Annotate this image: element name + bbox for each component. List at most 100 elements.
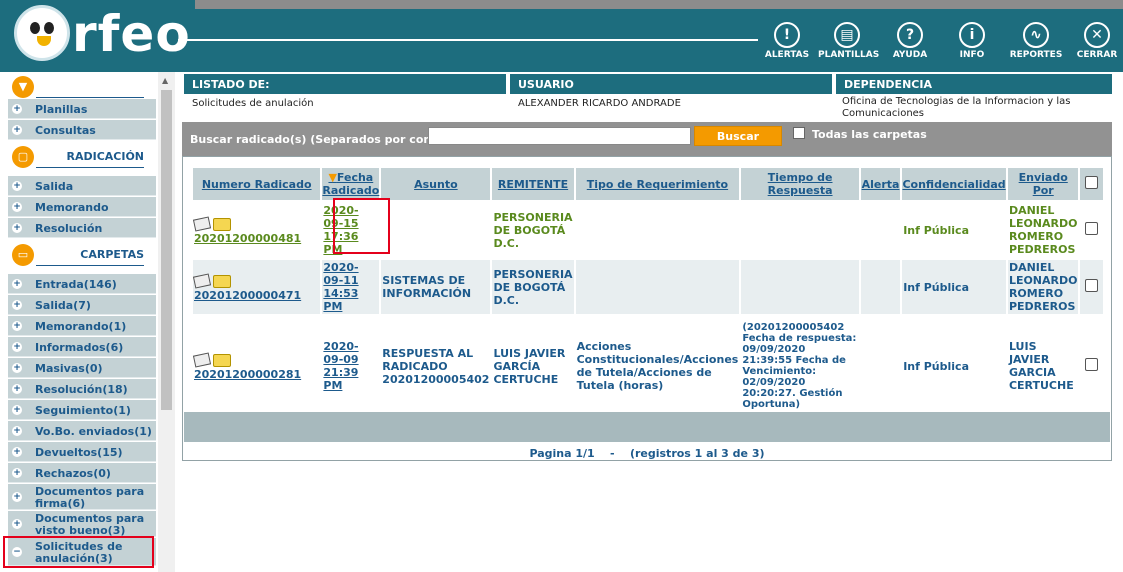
header-divider-line [178,39,758,41]
help-button[interactable]: ? AYUDA [881,22,939,64]
alerts-button[interactable]: ! ALERTAS [758,22,816,64]
pagination: Pagina 1/1 - (registros 1 al 3 de 3) [529,447,765,460]
confidencialidad-cell: Inf Pública [902,202,1006,258]
radicado-link[interactable]: 20201200000471 [194,289,301,302]
plus-icon: + [12,384,22,394]
search-input[interactable] [428,127,691,145]
fecha-link[interactable]: 2020-09-11 14:53 PM [322,260,380,314]
listado-value: Solicitudes de anulación [192,98,314,109]
search-bar: Buscar radicado(s) (Separados por coma) … [182,122,1112,156]
plus-icon: + [12,279,22,289]
sidebar-folder-salida[interactable]: + Salida(7) [8,295,156,315]
sidebar-folder-devueltos[interactable]: + Devueltos(15) [8,442,156,462]
alert-icon: ! [774,22,800,48]
col-enviado-por[interactable]: Enviado Por [1007,168,1079,200]
sidebar-folder-seguimiento[interactable]: + Seguimiento(1) [8,400,156,420]
sidebar-section-carpetas[interactable]: ▭ CARPETAS [8,242,156,268]
confidencialidad-cell: Inf Pública [902,316,1006,416]
sidebar-folder-memorando[interactable]: + Memorando(1) [8,316,156,336]
sidebar-folder-vobo-enviados[interactable]: + Vo.Bo. enviados(1) [8,421,156,441]
sidebar-scrollbar[interactable]: ▲ [158,72,175,572]
col-remitente[interactable]: REMITENTE [492,168,574,200]
plus-icon: + [12,104,22,114]
usuario-header: USUARIO [510,74,832,94]
plus-icon: + [12,519,22,529]
col-asunto[interactable]: Asunto [381,168,491,200]
remitente-cell: PERSONERIA DE BOGOTÁ D.C. [492,260,574,314]
info-button[interactable]: i INFO [943,22,1001,64]
col-tipo-requerimiento[interactable]: Tipo de Requerimiento [575,168,740,200]
close-button[interactable]: ✕ CERRAR [1068,22,1123,64]
app-logo-text: rfeo [72,5,191,63]
edit-folder-icon[interactable] [192,215,232,232]
plus-icon: + [12,181,22,191]
sidebar-item-salida[interactable]: + Salida [8,176,156,196]
radicado-link[interactable]: 20201200000281 [194,368,301,381]
app-header: rfeo ! ALERTAS ▤ PLANTILLAS ? AYUDA i IN… [0,0,1123,72]
enviado-cell: DANIEL LEONARDO ROMERO PEDREROS [1007,202,1079,258]
sidebar-item-consultas[interactable]: + Consultas [8,120,156,140]
asunto-cell: SISTEMAS DE INFORMACIÓN [381,260,491,314]
alerta-cell [860,202,901,258]
edit-folder-icon[interactable] [192,351,232,368]
enviado-cell: LUIS JAVIER GARCIA CERTUCHE [1007,316,1079,416]
close-icon: ✕ [1084,22,1110,48]
sidebar-folder-documentos-visto-bueno[interactable]: + Documentos para visto bueno(3) [8,511,156,537]
sidebar-folder-informados[interactable]: + Informados(6) [8,337,156,357]
search-button[interactable]: Buscar [694,126,782,146]
dependencia-value: Oficina de Tecnologias de la Informacion… [842,96,1071,119]
records-indicator: (registros 1 al 3 de 3) [629,447,765,460]
sidebar-folder-entrada[interactable]: + Entrada(146) [8,274,156,294]
all-folders-label: Todas las carpetas [812,128,927,141]
tiempo-cell: (20201200005402 Fecha de respuesta: 09/0… [741,316,859,416]
sidebar-folder-masivas[interactable]: + Masivas(0) [8,358,156,378]
search-label: Buscar radicado(s) (Separados por coma) [190,133,448,146]
plus-icon: + [12,223,22,233]
templates-button[interactable]: ▤ PLANTILLAS [818,22,879,64]
sidebar-folder-documentos-firma[interactable]: + Documentos para firma(6) [8,484,156,510]
row-checkbox[interactable] [1085,222,1099,235]
col-confidencialidad[interactable]: Confidencialidad [902,168,1006,200]
reports-button[interactable]: ∿ REPORTES [1007,22,1065,64]
penguin-logo-icon [14,5,70,61]
table-footer-bar [184,412,1110,442]
table-row: 20201200000481 2020-09-15 17:36 PM PERSO… [192,202,1103,258]
plus-icon: + [12,405,22,415]
sidebar-item-planillas[interactable]: + Planillas [8,99,156,119]
col-alerta[interactable]: Alerta [860,168,901,200]
radicado-link[interactable]: 20201200000481 [194,232,301,245]
select-all-checkbox[interactable] [1085,176,1099,189]
col-tiempo-respuesta[interactable]: Tiempo de Respuesta [741,168,859,200]
plus-icon: + [12,426,22,436]
table-row: 20201200000471 2020-09-11 14:53 PM SISTE… [192,260,1103,314]
edit-folder-icon[interactable] [192,272,232,289]
tipo-cell: Acciones Constitucionales/Acciones de Tu… [575,316,740,416]
usuario-value: ALEXANDER RICARDO ANDRADE [518,98,681,109]
tipo-cell [575,202,740,258]
folder-icon: ▭ [12,244,34,266]
plus-icon: + [12,447,22,457]
row-checkbox[interactable] [1085,279,1099,292]
plus-icon: + [12,321,22,331]
remitente-cell: PERSONERIA DE BOGOTÁ D.C. [492,202,574,258]
chevron-down-icon: ▼ [12,76,34,98]
sidebar-section-radicacion[interactable]: ▢ RADICACIÓN [8,144,156,170]
sidebar-folder-resolucion[interactable]: + Resolución(18) [8,379,156,399]
plus-icon: + [12,492,22,502]
header-top-strip [195,0,1123,9]
sidebar-item-memorando[interactable]: + Memorando [8,197,156,217]
col-select-all[interactable] [1080,168,1103,200]
scroll-up-icon[interactable]: ▲ [162,76,168,85]
sidebar-item-resolucion[interactable]: + Resolución [8,218,156,238]
results-panel: Numero Radicado ▼Fecha Radicado Asunto R… [182,156,1112,461]
fecha-link[interactable]: 2020-09-09 21:39 PM [322,316,380,416]
scrollbar-thumb[interactable] [161,90,172,410]
sidebar-top-header[interactable]: ▼ [8,74,156,100]
col-fecha-radicado[interactable]: ▼Fecha Radicado [322,168,379,200]
asunto-cell: RESPUESTA AL RADICADO 20201200005402 [381,316,491,416]
col-numero-radicado[interactable]: Numero Radicado [193,168,321,200]
sidebar-folder-rechazos[interactable]: + Rechazos(0) [8,463,156,483]
highlight-box-sidebar [3,536,154,568]
row-checkbox[interactable] [1085,358,1099,371]
all-folders-checkbox[interactable] [793,127,805,139]
